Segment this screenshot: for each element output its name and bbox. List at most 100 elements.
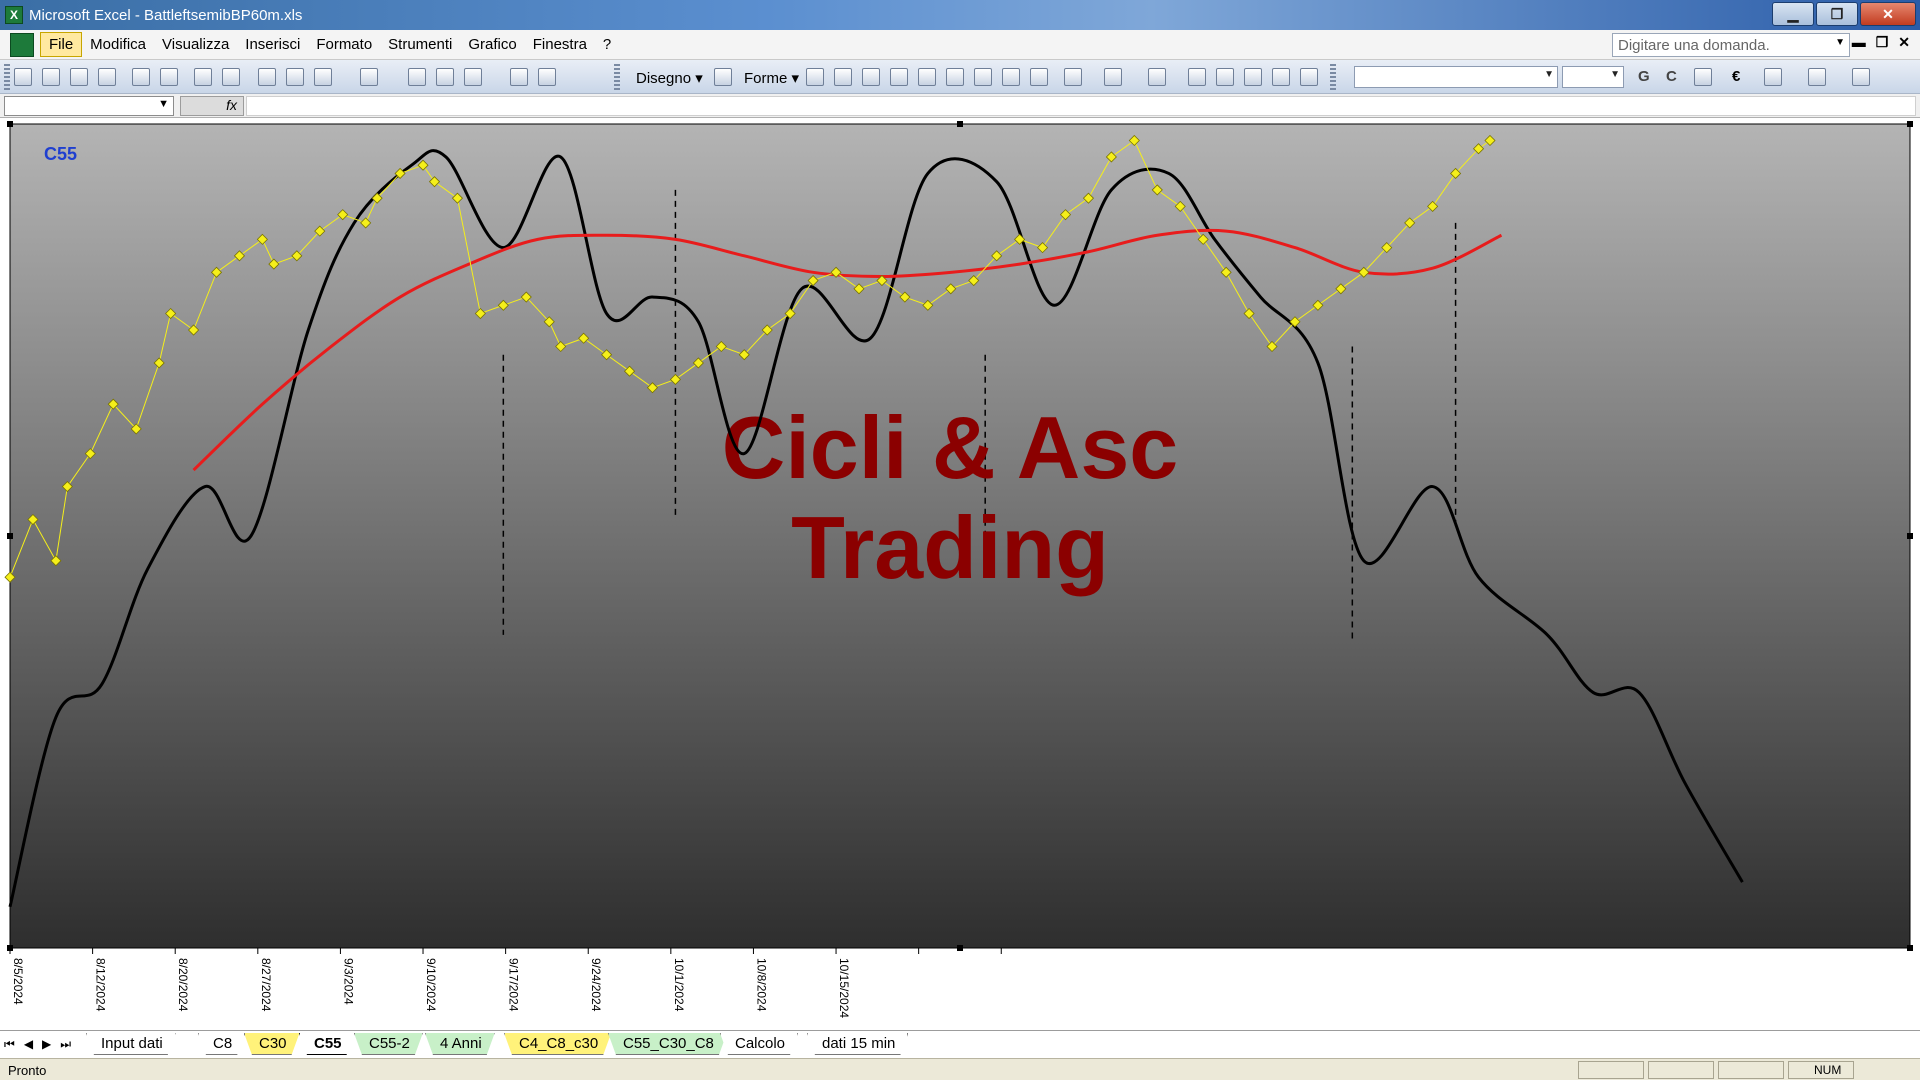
undo-icon[interactable] — [360, 68, 378, 86]
cut-icon[interactable] — [258, 68, 276, 86]
font-name-combo[interactable]: ▼ — [1354, 66, 1558, 88]
selection-handle[interactable] — [1907, 945, 1913, 951]
menu-visualizza[interactable]: Visualizza — [154, 33, 237, 56]
autosum-icon[interactable] — [436, 68, 454, 86]
print-preview-icon[interactable] — [160, 68, 178, 86]
align-center-icon[interactable] — [1694, 68, 1712, 86]
first-sheet-button[interactable]: ⏮ — [4, 1037, 15, 1052]
italic-button[interactable]: C — [1666, 68, 1677, 85]
picture-icon[interactable] — [1030, 68, 1048, 86]
3d-icon[interactable] — [1300, 68, 1318, 86]
doc-close-button[interactable]: ✕ — [1898, 34, 1910, 51]
forme-menu[interactable]: Forme ▾ — [744, 69, 799, 87]
new-icon[interactable] — [14, 68, 32, 86]
selection-handle[interactable] — [7, 533, 13, 539]
rectangle-icon[interactable] — [862, 68, 880, 86]
research-icon[interactable] — [222, 68, 240, 86]
textbox-icon[interactable] — [918, 68, 936, 86]
fill-color-icon[interactable] — [1064, 68, 1082, 86]
bold-button[interactable]: G — [1638, 68, 1650, 85]
prev-sheet-button[interactable]: ◀ — [24, 1037, 33, 1052]
sheet-tab[interactable]: C4_C8_c30 — [504, 1033, 611, 1055]
sheet-tab[interactable]: 4 Anni — [425, 1033, 495, 1055]
sheet-tab[interactable]: C55_C30_C8 — [608, 1033, 727, 1055]
text-color-icon[interactable] — [1852, 68, 1870, 86]
oval-icon[interactable] — [890, 68, 908, 86]
diagram-icon[interactable] — [974, 68, 992, 86]
permission-icon[interactable] — [98, 68, 116, 86]
copy-icon[interactable] — [286, 68, 304, 86]
minimize-button[interactable]: ▁ — [1772, 2, 1814, 26]
status-panel — [1648, 1061, 1714, 1079]
print-icon[interactable] — [132, 68, 150, 86]
arrow-icon[interactable] — [834, 68, 852, 86]
sheet-tab[interactable]: C8 — [198, 1033, 245, 1055]
help-icon[interactable] — [538, 68, 556, 86]
shadow-icon[interactable] — [1272, 68, 1290, 86]
dash-style-icon[interactable] — [1216, 68, 1234, 86]
menu-strumenti[interactable]: Strumenti — [380, 33, 460, 56]
paste-icon[interactable] — [314, 68, 332, 86]
help-search-input[interactable]: Digitare una domanda. ▼ — [1612, 33, 1850, 57]
sheet-tab[interactable]: C55 — [299, 1033, 355, 1055]
sheet-tab[interactable]: dati 15 min — [807, 1033, 908, 1055]
chevron-down-icon[interactable]: ▼ — [1835, 37, 1845, 48]
chart-wizard-icon[interactable] — [510, 68, 528, 86]
save-icon[interactable] — [70, 68, 88, 86]
chart-sheet[interactable]: Cicli & Asc Trading C55 8/5/2024 8/12/202… — [0, 118, 1920, 1030]
formula-input[interactable] — [246, 96, 1916, 116]
clipart-icon[interactable] — [1002, 68, 1020, 86]
close-button[interactable]: ✕ — [1860, 2, 1916, 26]
last-sheet-button[interactable]: ⏭ — [60, 1037, 71, 1052]
menu-grafico[interactable]: Grafico — [460, 33, 524, 56]
arrow-style-icon[interactable] — [1244, 68, 1262, 86]
menu-finestra[interactable]: Finestra — [525, 33, 595, 56]
menu-formato[interactable]: Formato — [308, 33, 380, 56]
status-panel — [1578, 1061, 1644, 1079]
line-icon[interactable] — [806, 68, 824, 86]
selection-handle[interactable] — [957, 121, 963, 127]
menu-inserisci[interactable]: Inserisci — [237, 33, 308, 56]
font-color-icon[interactable] — [1148, 68, 1166, 86]
fx-icon[interactable]: fx — [180, 96, 244, 116]
selection-handle[interactable] — [957, 945, 963, 951]
selection-handle[interactable] — [1907, 121, 1913, 127]
menu-modifica[interactable]: Modifica — [82, 33, 154, 56]
cell-fill-icon[interactable] — [1808, 68, 1826, 86]
status-panel — [1718, 1061, 1784, 1079]
doc-restore-button[interactable]: ❐ — [1876, 34, 1889, 51]
name-box[interactable]: ▼ — [4, 96, 174, 116]
selection-handle[interactable] — [7, 121, 13, 127]
wordart-icon[interactable] — [946, 68, 964, 86]
sort-icon[interactable] — [464, 68, 482, 86]
line-color-icon[interactable] — [1104, 68, 1122, 86]
spelling-icon[interactable] — [194, 68, 212, 86]
x-axis-tick-label: 10/1/2024 — [672, 958, 686, 1012]
font-size-combo[interactable]: ▼ — [1562, 66, 1624, 88]
toolbar-grip[interactable] — [4, 64, 10, 90]
menu-help[interactable]: ? — [595, 33, 619, 56]
sheet-tab[interactable]: Calcolo — [720, 1033, 798, 1055]
sheet-tab[interactable]: C55-2 — [354, 1033, 423, 1055]
sheet-tab[interactable]: Input dati — [86, 1033, 176, 1055]
workbook-icon[interactable] — [10, 32, 34, 57]
select-pointer-icon[interactable] — [714, 68, 732, 86]
sheet-tab[interactable]: C30 — [244, 1033, 300, 1055]
menu-bar: File Modifica Visualizza Inserisci Forma… — [0, 30, 1920, 60]
x-axis-tick-label: 9/3/2024 — [341, 958, 355, 1005]
borders-icon[interactable] — [1764, 68, 1782, 86]
selection-handle[interactable] — [1907, 533, 1913, 539]
next-sheet-button[interactable]: ▶ — [42, 1037, 51, 1052]
euro-button[interactable]: € — [1732, 68, 1740, 85]
hyperlink-icon[interactable] — [408, 68, 426, 86]
excel-icon[interactable]: X — [5, 6, 23, 24]
x-axis-tick-label: 8/5/2024 — [11, 958, 25, 1005]
watermark-line-1: Cicli & Asc — [722, 398, 1178, 497]
open-icon[interactable] — [42, 68, 60, 86]
chart-canvas[interactable]: Cicli & Asc Trading C55 8/5/2024 8/12/202… — [0, 118, 1920, 1030]
maximize-button[interactable]: ❐ — [1816, 2, 1858, 26]
menu-file[interactable]: File — [40, 32, 83, 57]
line-style-icon[interactable] — [1188, 68, 1206, 86]
doc-minimize-button[interactable]: ▬ — [1852, 34, 1866, 51]
disegno-menu[interactable]: Disegno ▾ — [636, 69, 703, 87]
